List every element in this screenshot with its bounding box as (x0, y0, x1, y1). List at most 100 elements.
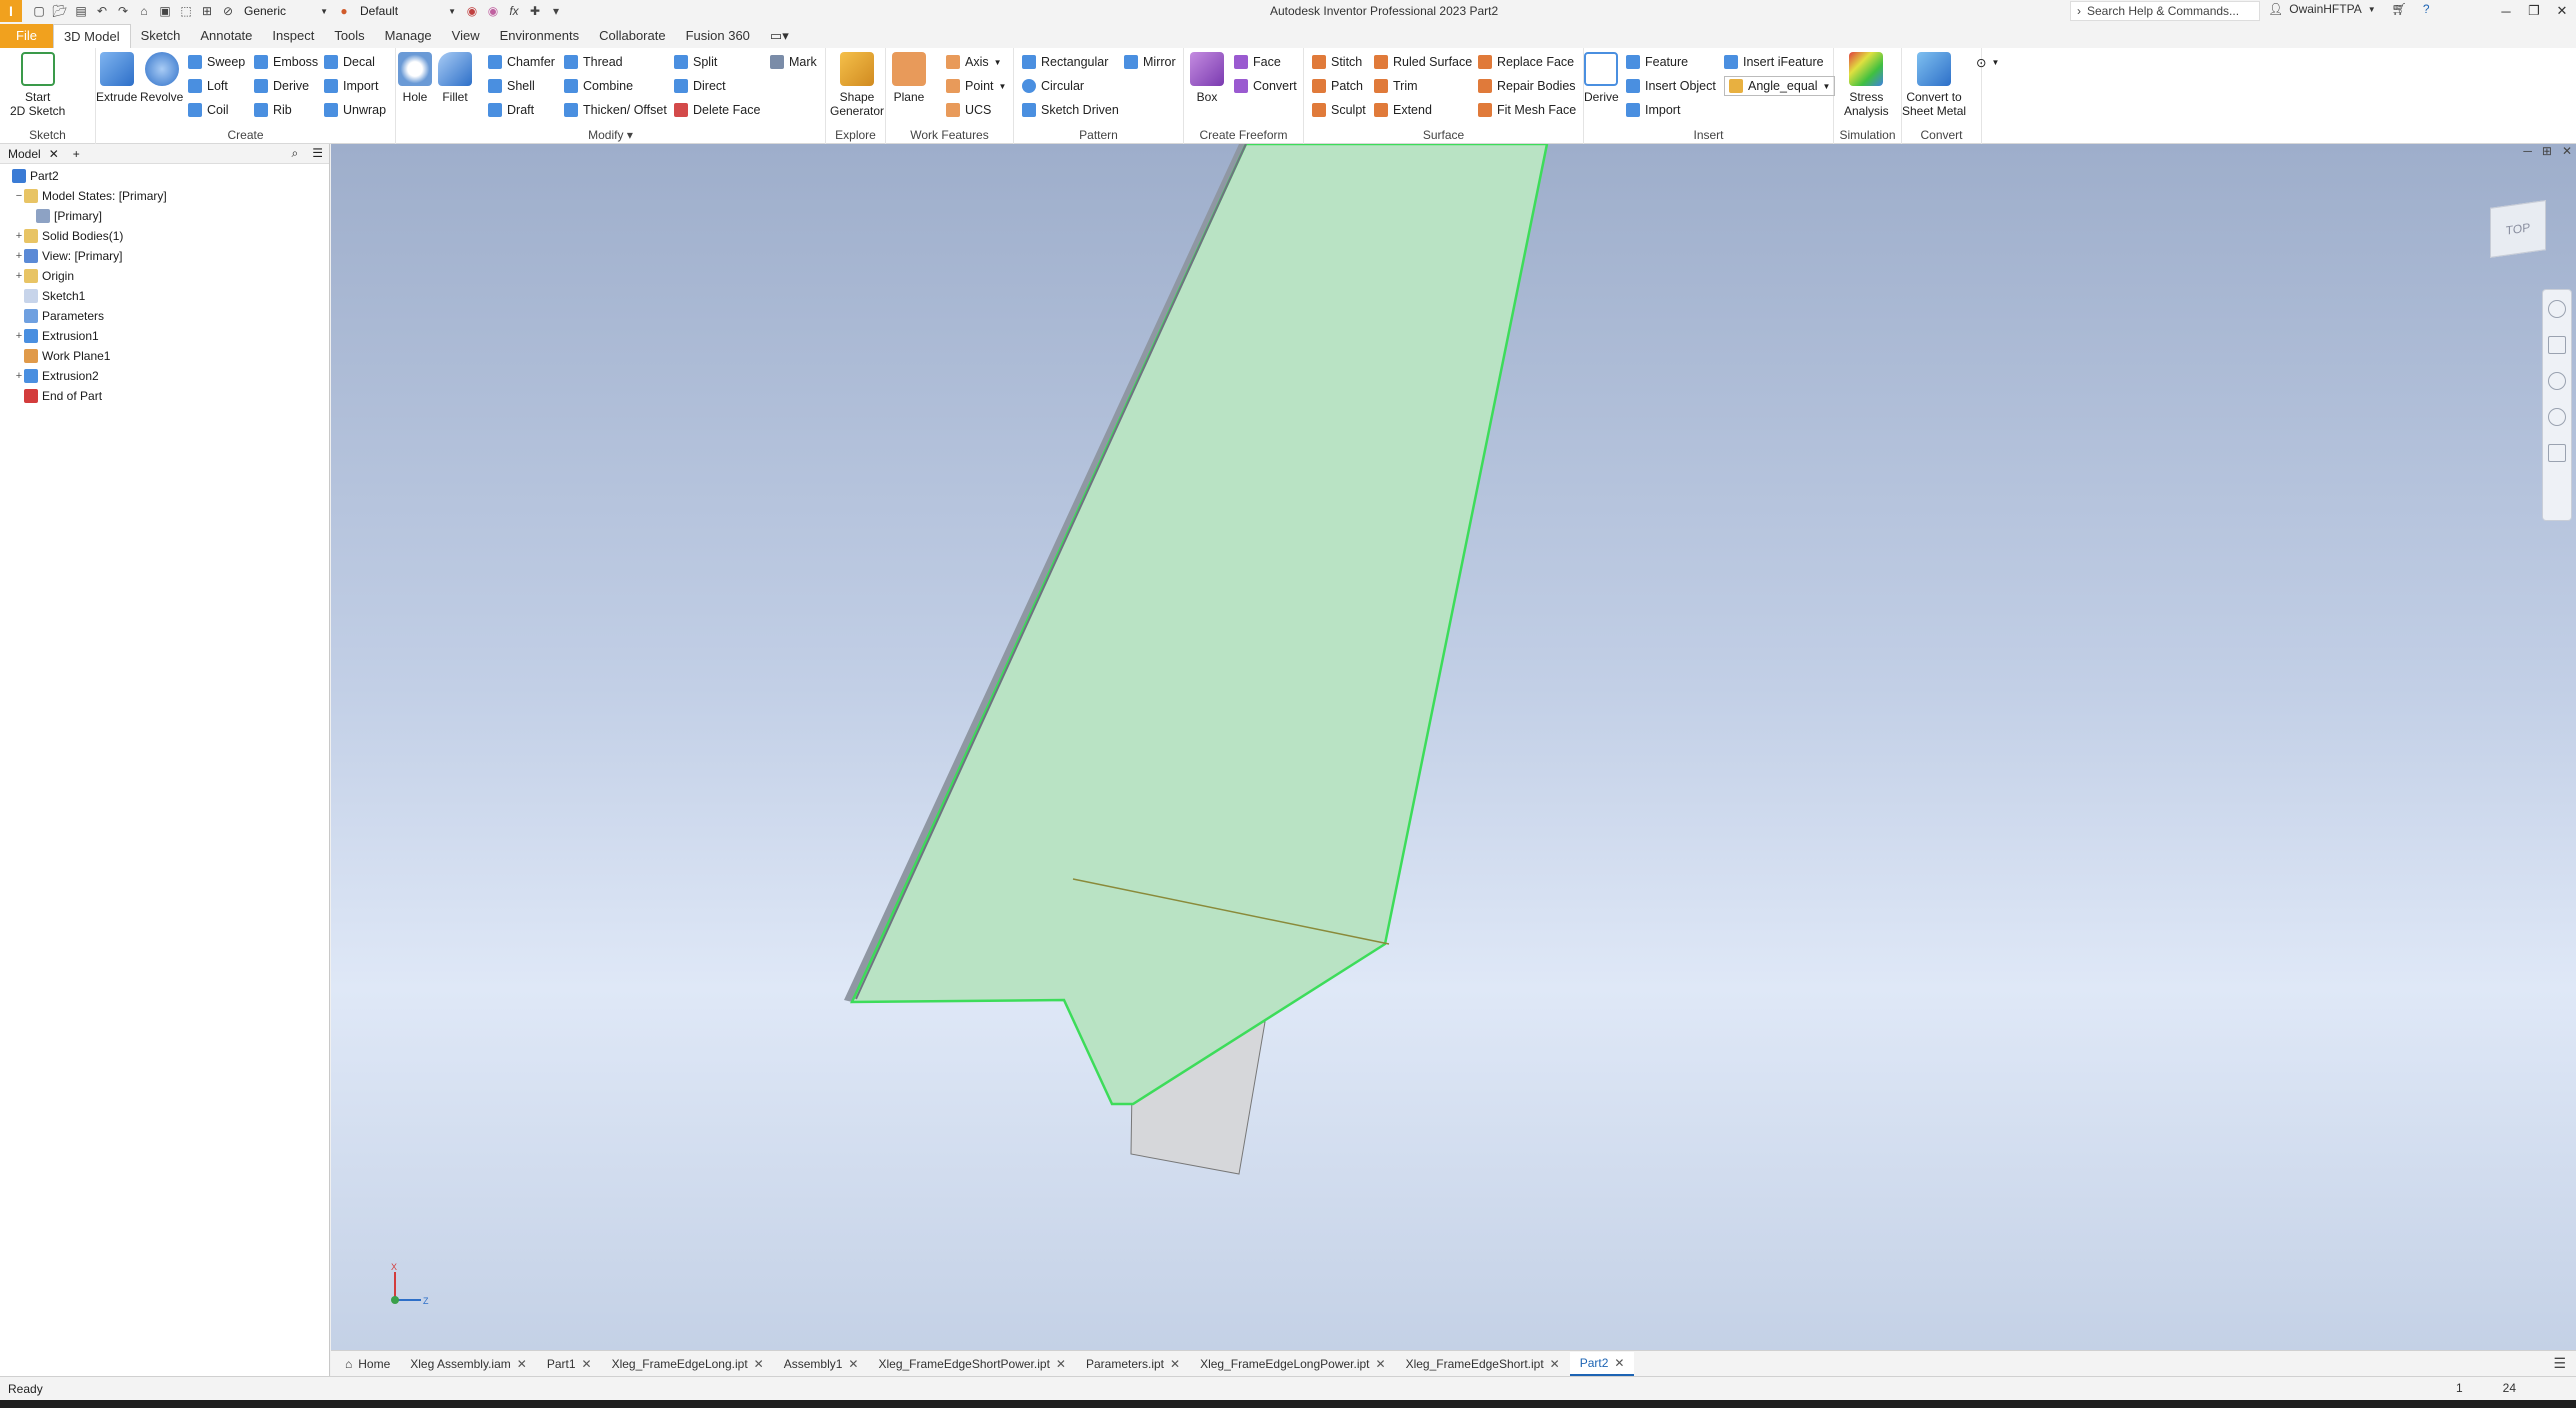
add-tab-icon[interactable]: + (73, 147, 80, 161)
document-tab[interactable]: Part2 ✕ (1569, 1351, 1635, 1376)
tree-node[interactable]: Parameters (0, 306, 329, 326)
close-tab-icon[interactable]: ✕ (1614, 1356, 1624, 1370)
measure-icon[interactable]: ⊞ (198, 2, 216, 20)
tab-manage[interactable]: Manage (375, 24, 442, 48)
document-tab[interactable]: Xleg_FrameEdgeShortPower.ipt ✕ (868, 1352, 1076, 1376)
help-icon[interactable]: ? (2423, 2, 2430, 16)
convert-sheet-metal-button[interactable]: Convert to Sheet Metal (1902, 52, 1966, 118)
color-override-icon[interactable]: ◉ (463, 2, 481, 20)
document-tab[interactable]: Xleg_FrameEdgeLongPower.ipt ✕ (1190, 1352, 1396, 1376)
tree-node[interactable]: [Primary] (0, 206, 329, 226)
close-icon[interactable]: ✕ (49, 147, 59, 161)
part-model[interactable] (331, 144, 2576, 1350)
patch-button[interactable]: Patch (1312, 76, 1363, 96)
tab-3d-model[interactable]: 3D Model (52, 24, 131, 48)
pan-icon[interactable] (2548, 336, 2566, 354)
close-tab-icon[interactable]: ✕ (1170, 1357, 1180, 1371)
add-icon[interactable]: ✚ (526, 2, 544, 20)
circular-pattern-button[interactable]: Circular (1022, 76, 1084, 96)
direct-button[interactable]: Direct (674, 76, 726, 96)
freeform-face-button[interactable]: Face (1234, 52, 1281, 72)
minimize-icon[interactable]: ─ (2492, 0, 2520, 22)
mark-button[interactable]: Mark (770, 52, 817, 72)
extend-button[interactable]: Extend (1374, 100, 1432, 120)
delete-face-button[interactable]: Delete Face (674, 100, 760, 120)
customize-qat-icon[interactable]: ▾ (547, 2, 565, 20)
document-tab[interactable]: Part1 ✕ (537, 1352, 602, 1376)
insert-feature-button[interactable]: Feature (1626, 52, 1688, 72)
thicken-offset-button[interactable]: Thicken/ Offset (564, 100, 667, 120)
tree-node[interactable]: + Solid Bodies(1) (0, 226, 329, 246)
mirror-button[interactable]: Mirror (1124, 52, 1176, 72)
menu-icon[interactable]: ☰ (312, 146, 323, 161)
freeform-convert-button[interactable]: Convert (1234, 76, 1297, 96)
home-icon[interactable]: ⌂ (135, 2, 153, 20)
material-select[interactable]: Generic ▼ (240, 2, 332, 20)
tree-node[interactable]: End of Part (0, 386, 329, 406)
axis-button[interactable]: Axis ▼ (946, 52, 1002, 72)
steering-wheel-icon[interactable] (2548, 300, 2566, 318)
selected-face[interactable] (850, 144, 1549, 1106)
tree-node[interactable]: + Origin (0, 266, 329, 286)
decal-button[interactable]: Decal (324, 52, 375, 72)
trim-button[interactable]: Trim (1374, 76, 1418, 96)
insert-import-button[interactable]: Import (1626, 100, 1680, 120)
stitch-button[interactable]: Stitch (1312, 52, 1362, 72)
parameters-fx-icon[interactable]: fx (505, 2, 523, 20)
clear-override-icon[interactable]: ◉ (484, 2, 502, 20)
undo-icon[interactable]: ↶ (93, 2, 111, 20)
tree-node[interactable]: Part2 (0, 166, 329, 186)
select-icon[interactable]: ⬚ (177, 2, 195, 20)
insert-ifeature-button[interactable]: Insert iFeature (1724, 52, 1824, 72)
fit-mesh-face-button[interactable]: Fit Mesh Face (1478, 100, 1576, 120)
close-tab-icon[interactable]: ✕ (754, 1357, 764, 1371)
redo-icon[interactable]: ↷ (114, 2, 132, 20)
repair-bodies-button[interactable]: Repair Bodies (1478, 76, 1576, 96)
new-icon[interactable]: ▢ (30, 2, 48, 20)
update-icon[interactable]: ▣ (156, 2, 174, 20)
tree-expander-icon[interactable]: + (14, 330, 24, 342)
document-tab[interactable]: Xleg_FrameEdgeShort.ipt ✕ (1396, 1352, 1570, 1376)
sketch-driven-pattern-button[interactable]: Sketch Driven (1022, 100, 1119, 120)
save-icon[interactable]: ▤ (72, 2, 90, 20)
tab-tools[interactable]: Tools (324, 24, 374, 48)
app-logo[interactable]: I (0, 0, 22, 22)
tree-node[interactable]: Sketch1 (0, 286, 329, 306)
replace-face-button[interactable]: Replace Face (1478, 52, 1574, 72)
ruled-surface-button[interactable]: Ruled Surface (1374, 52, 1472, 72)
tree-node[interactable]: + Extrusion1 (0, 326, 329, 346)
point-button[interactable]: Point ▼ (946, 76, 1006, 96)
browser-tab-model[interactable]: Model (8, 147, 41, 161)
ribbon-extras-button[interactable]: ⊙ ▼ (1976, 52, 1999, 72)
tree-node[interactable]: − Model States: [Primary] (0, 186, 329, 206)
tree-node[interactable]: + View: [Primary] (0, 246, 329, 266)
tabs-menu-icon[interactable]: ☰ (2553, 1355, 2566, 1372)
document-tab[interactable]: Parameters.ipt ✕ (1076, 1352, 1190, 1376)
tab-collaborate[interactable]: Collaborate (589, 24, 676, 48)
extrude-button[interactable]: Extrude (96, 52, 137, 104)
sweep-button[interactable]: Sweep (188, 52, 245, 72)
tree-expander-icon[interactable]: + (14, 370, 24, 382)
insert-object-button[interactable]: Insert Object (1626, 76, 1716, 96)
orbit-icon[interactable] (2548, 408, 2566, 426)
import-button[interactable]: Import (324, 76, 378, 96)
help-search-input[interactable]: › Search Help & Commands... (2070, 1, 2260, 21)
loft-button[interactable]: Loft (188, 76, 228, 96)
insert-derive-button[interactable]: Derive (1584, 52, 1619, 104)
emboss-button[interactable]: Emboss (254, 52, 318, 72)
search-icon[interactable]: ⌕ (292, 146, 299, 161)
ribbon-options-icon[interactable]: ▭▾ (760, 24, 799, 48)
chamfer-button[interactable]: Chamfer (488, 52, 555, 72)
plane-button[interactable]: Plane (892, 52, 926, 104)
shell-button[interactable]: Shell (488, 76, 535, 96)
unwrap-button[interactable]: Unwrap (324, 100, 386, 120)
restore-icon[interactable]: ❐ (2520, 0, 2548, 22)
box-button[interactable]: Box (1190, 52, 1224, 104)
document-tab[interactable]: Assembly1 ✕ (774, 1352, 869, 1376)
open-icon[interactable]: 📂︎ (51, 2, 69, 20)
graphics-viewport[interactable]: ─ ⊞ ✕ TOP X Z (331, 144, 2576, 1350)
view-cube[interactable]: TOP (2490, 200, 2546, 258)
hole-button[interactable]: Hole (398, 52, 432, 104)
tree-expander-icon[interactable]: + (14, 230, 24, 242)
tree-expander-icon[interactable]: − (14, 190, 24, 202)
